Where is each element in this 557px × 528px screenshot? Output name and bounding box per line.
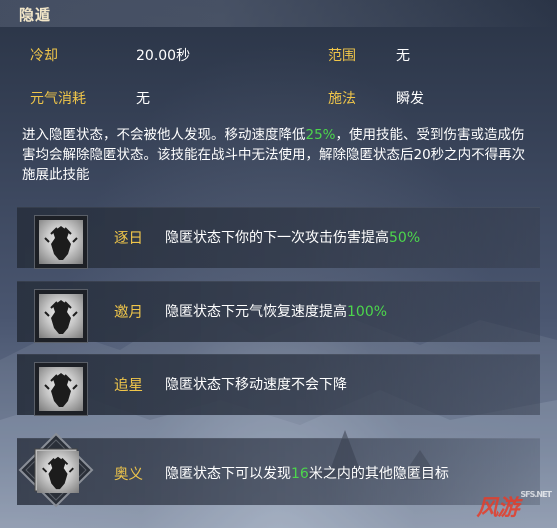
stealth-skill-icon: [37, 451, 79, 493]
upgrade-icon-frame: [34, 362, 88, 416]
upgrade-icon-frame: [34, 289, 88, 343]
cast-label: 施法: [328, 91, 356, 107]
cast-value: 瞬发: [396, 91, 424, 107]
upgrade-name: 奥义: [114, 467, 143, 483]
watermark-main: 风游: [476, 496, 519, 521]
skill-description: 进入隐匿状态，不会被他人发现。移动速度降低25%，使用技能、受到伤害或造成伤害均…: [22, 125, 534, 185]
upgrade-row-zhuixing[interactable]: 追星 隐匿状态下移动速度不会下降: [17, 354, 540, 416]
upgrade-row-zhuri[interactable]: 逐日 隐匿状态下你的下一次攻击伤害提高50%: [17, 207, 540, 269]
upgrade-text: 隐匿状态下你的下一次攻击伤害提高50%: [165, 227, 420, 247]
upgrade-name: 邀月: [114, 305, 143, 321]
upgrade-row-yaoyue[interactable]: 邀月 隐匿状态下元气恢复速度提高100%: [17, 281, 540, 343]
range-value: 无: [396, 48, 410, 64]
cost-label: 元气消耗: [30, 91, 86, 107]
upgrade-text-body: 隐匿状态下你的下一次攻击伤害提高: [165, 230, 389, 246]
watermark-sub: SFS.NET: [520, 490, 552, 499]
stealth-skill-icon: [39, 220, 83, 264]
cost-value: 无: [136, 91, 150, 107]
title-bar: 隐遁: [0, 0, 557, 27]
range-label: 范围: [328, 48, 356, 64]
upgrade-text-body: 隐匿状态下元气恢复速度提高: [165, 304, 347, 320]
description-highlight: 25%: [305, 127, 336, 143]
site-watermark: 风游SFS.NET: [476, 490, 552, 522]
upgrade-icon-frame: [34, 215, 88, 269]
upgrade-name: 追星: [114, 378, 143, 394]
cooldown-label: 冷却: [30, 48, 58, 64]
upgrade-name: 逐日: [114, 231, 143, 247]
upgrade-value: 16: [291, 466, 309, 482]
description-text-1: 进入隐匿状态，不会被他人发现。移动速度降低: [22, 127, 306, 143]
upgrade-text: 隐匿状态下移动速度不会下降: [165, 377, 347, 393]
upgrade-text: 隐匿状态下可以发现16米之内的其他隐匿目标: [165, 463, 449, 483]
upgrade-text-body: 隐匿状态下可以发现: [165, 466, 291, 482]
stealth-skill-icon: [39, 367, 83, 411]
stealth-skill-icon: [39, 294, 83, 338]
upgrade-value: 100%: [347, 304, 388, 320]
upgrade-value: 50%: [389, 230, 421, 246]
skill-title: 隐遁: [19, 6, 52, 24]
upgrade-text-suffix: 米之内的其他隐匿目标: [308, 466, 449, 482]
cooldown-value: 20.00秒: [136, 48, 191, 64]
upgrade-text: 隐匿状态下元气恢复速度提高100%: [165, 301, 387, 321]
upgrade-row-aoyi[interactable]: 奥义 隐匿状态下可以发现16米之内的其他隐匿目标: [17, 438, 540, 505]
